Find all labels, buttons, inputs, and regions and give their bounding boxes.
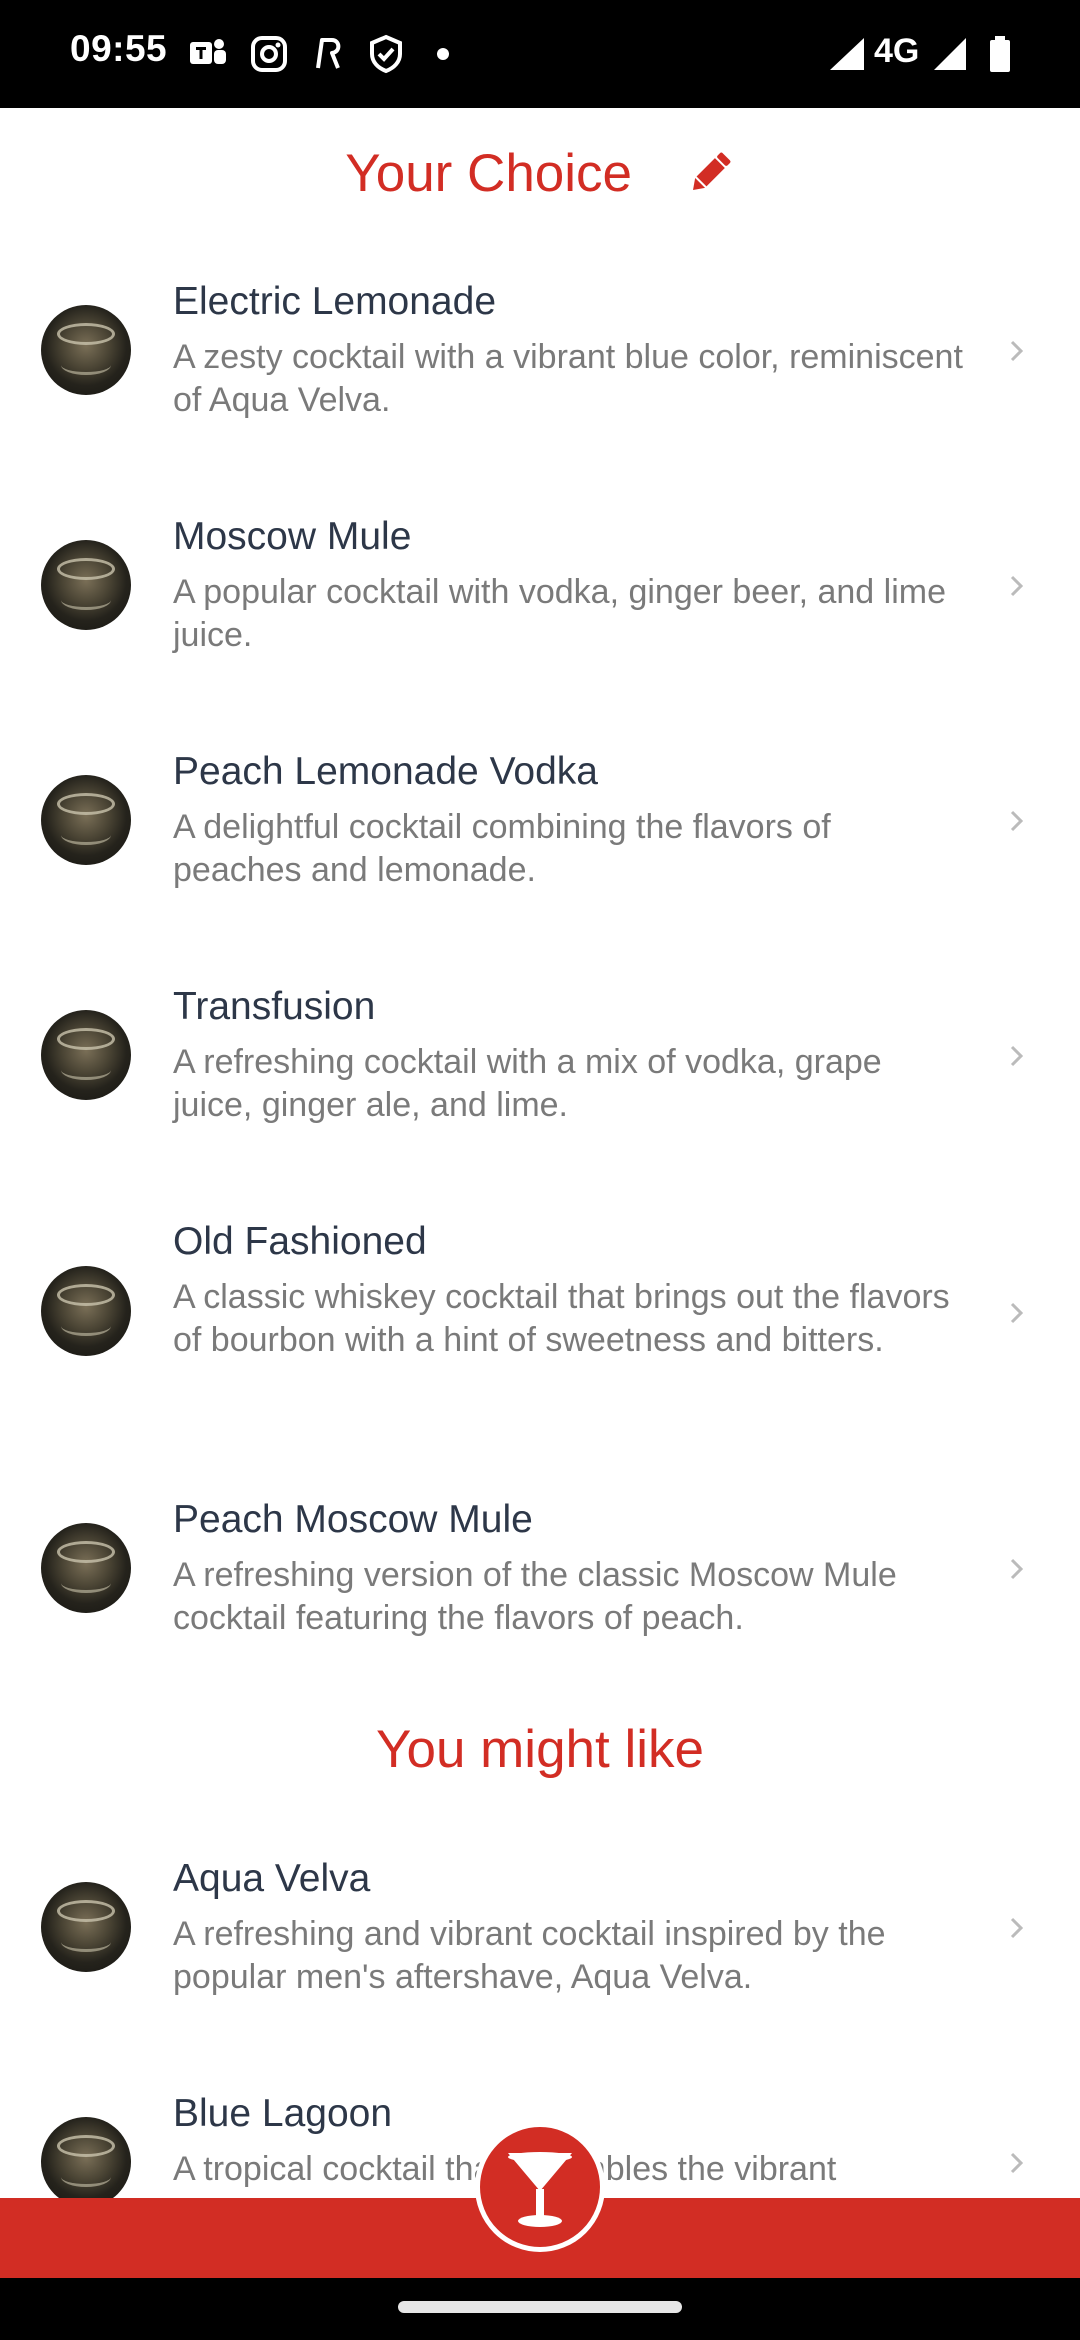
you-might-like-title: You might like <box>375 1719 704 1779</box>
chevron-right-icon <box>1010 2152 1024 2174</box>
cocktail-thumbnail <box>41 1882 131 1972</box>
item-name: Peach Lemonade Vodka <box>173 750 599 793</box>
item-name: Transfusion <box>173 985 376 1028</box>
status-bar: 09:55 4G <box>0 0 1080 108</box>
item-description: A delightful cocktail combining the flav… <box>173 808 831 889</box>
cocktail-thumbnail <box>41 305 131 395</box>
shield-check-icon <box>370 34 402 74</box>
app-screen: 09:55 4G Your Choice Electric Lemonade A… <box>0 0 1080 2340</box>
your-choice-title: Your Choice <box>345 143 633 203</box>
battery-icon <box>990 36 1010 72</box>
cocktail-thumbnail <box>41 775 131 865</box>
chevron-right-icon <box>1010 340 1024 362</box>
item-description: A refreshing and vibrant cocktail inspir… <box>173 1915 886 1996</box>
cocktail-thumbnail <box>41 1523 131 1613</box>
teams-icon <box>190 39 226 64</box>
item-description: A classic whiskey cocktail that brings o… <box>173 1278 950 1359</box>
cocktail-thumbnail <box>41 1266 131 1356</box>
item-name: Blue Lagoon <box>173 2092 393 2135</box>
item-name: Aqua Velva <box>173 1857 371 1900</box>
item-description: A popular cocktail with vodka, ginger be… <box>173 573 947 654</box>
instagram-icon <box>251 36 287 72</box>
item-name: Old Fashioned <box>173 1220 427 1263</box>
you-might-like-header: You might like <box>0 1715 1080 1780</box>
item-description: A refreshing version of the classic Mosc… <box>173 1556 897 1637</box>
cocktail-fab-button[interactable] <box>475 2122 605 2252</box>
notification-dot <box>437 48 449 60</box>
item-name: Moscow Mule <box>173 515 412 558</box>
chevron-right-icon <box>1010 1917 1024 1939</box>
cocktail-glass-icon <box>508 2152 572 2227</box>
signal-icon <box>830 38 864 70</box>
network-type: 4G <box>874 32 920 70</box>
cocktail-thumbnail <box>41 540 131 630</box>
chevron-right-icon <box>1010 810 1024 832</box>
status-time: 09:55 <box>70 28 168 69</box>
your-choice-header: Your Choice <box>0 139 1080 204</box>
cocktail-thumbnail <box>41 2117 131 2198</box>
home-gesture-handle[interactable] <box>398 2301 682 2313</box>
chevron-right-icon <box>1010 1045 1024 1067</box>
item-description: A refreshing cocktail with a mix of vodk… <box>173 1043 882 1124</box>
item-description: A zesty cocktail with a vibrant blue col… <box>173 338 963 419</box>
pencil-icon[interactable] <box>685 148 735 198</box>
chevron-right-icon <box>1010 1558 1024 1580</box>
chevron-right-icon <box>1010 575 1024 597</box>
signal-icon <box>934 38 966 70</box>
item-name: Electric Lemonade <box>173 280 497 323</box>
chevron-right-icon <box>1010 1302 1024 1324</box>
r-app-icon <box>316 38 341 69</box>
cocktail-thumbnail <box>41 1010 131 1100</box>
item-name: Peach Moscow Mule <box>173 1498 533 1541</box>
